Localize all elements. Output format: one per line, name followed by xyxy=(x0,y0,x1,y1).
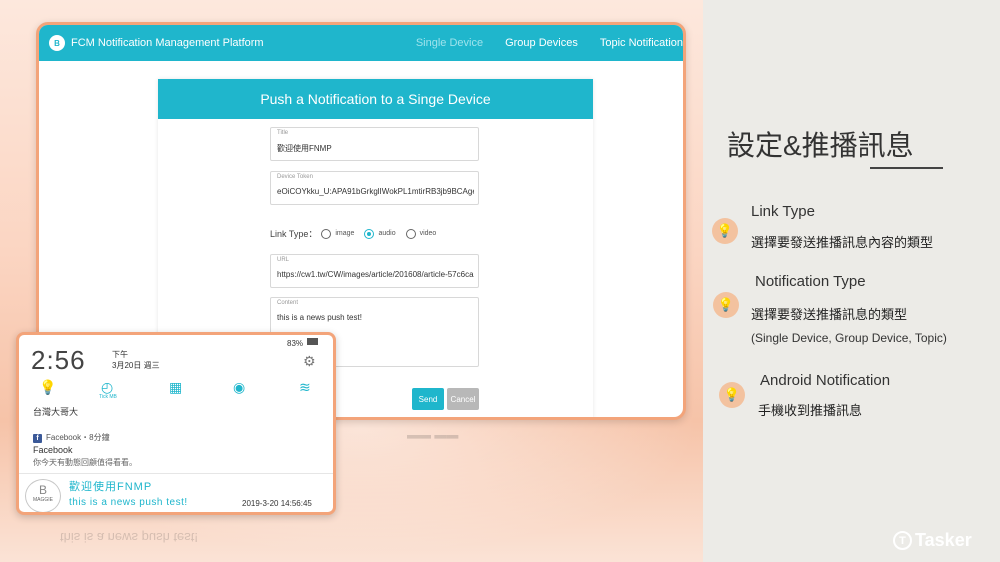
content-label: Content xyxy=(277,300,299,306)
battery-icon xyxy=(307,338,318,345)
url-field[interactable]: URL https://cw1.tw/CW/images/article/201… xyxy=(270,254,479,288)
radio-video[interactable] xyxy=(405,228,416,239)
item-notification-type-title: Notification Type xyxy=(755,273,866,290)
notif-title: 歡迎使用FNMP xyxy=(69,481,153,493)
radio-audio[interactable] xyxy=(364,228,375,239)
item-notification-type-desc: 選擇要發送推播訊息的類型 xyxy=(751,307,908,322)
item-android-desc: 手機收到推播訊息 xyxy=(758,403,863,418)
fb-title[interactable]: Facebook xyxy=(33,445,73,455)
calculator-icon[interactable]: ▦ xyxy=(169,379,182,396)
settings-gear-icon[interactable]: ⚙ xyxy=(303,353,316,370)
fb-body: 你今天有動態回顧值得看看。 xyxy=(33,458,137,467)
content-value: this is a news push test! xyxy=(277,313,362,322)
tasker-logo-icon: T xyxy=(893,531,912,550)
radio-image-label: image xyxy=(335,230,355,237)
cancel-button[interactable]: Cancel xyxy=(447,388,479,410)
nav-group-devices[interactable]: Group Devices xyxy=(505,37,578,49)
url-label: URL xyxy=(277,257,290,263)
tasker-logo-text: Tasker xyxy=(915,530,972,550)
fb-source-row: f Facebook・8分鐘 xyxy=(33,432,110,443)
send-reflection: ▬▬ ▬▬ xyxy=(407,432,459,446)
top-navbar: B FCM Notification Management Platform S… xyxy=(39,25,683,61)
wifi-icon[interactable]: ≋ xyxy=(299,379,311,396)
notif-body: this is a news push test! xyxy=(69,497,188,508)
qs-sub-label: Tick MB xyxy=(99,394,117,400)
link-type-group: Link Type： image audio video xyxy=(270,227,442,240)
title-value: 歡迎使用FNMP xyxy=(277,144,332,153)
tasker-logo: T Tasker xyxy=(893,530,972,551)
avatar: B MAGGIE xyxy=(25,479,61,512)
notif-reflection: this is a news push test! xyxy=(60,530,199,545)
brand-logo-icon: B xyxy=(49,35,65,51)
send-button[interactable]: Send xyxy=(412,388,444,410)
item-link-type-desc: 選擇要發送推播訊息內容的類型 xyxy=(751,235,934,250)
facebook-icon: f xyxy=(33,434,42,443)
device-token-field[interactable]: Device Token eOiCOYkku_U:APA91bGrkglIWok… xyxy=(270,171,479,205)
lightbulb-icon: 💡 xyxy=(712,218,738,244)
notif-time: 2019-3-20 14:56:45 xyxy=(242,499,312,508)
radio-video-label: video xyxy=(419,230,437,237)
eye-icon[interactable]: ◉ xyxy=(233,379,245,396)
panel-title: Push a Notification to a Singe Device xyxy=(158,79,593,119)
lightbulb-icon: 💡 xyxy=(713,292,739,318)
item-notification-type-note: (Single Device, Group Device, Topic) xyxy=(751,331,947,345)
radio-audio-label: audio xyxy=(378,230,396,237)
item-android-title: Android Notification xyxy=(760,372,891,389)
lightbulb-icon: 💡 xyxy=(719,382,745,408)
url-value: https://cw1.tw/CW/images/article/201608/… xyxy=(277,270,474,279)
nav-topic-notification[interactable]: Topic Notification xyxy=(600,37,683,49)
title-field[interactable]: Title 歡迎使用FNMP xyxy=(270,127,479,161)
clock-time: 2:56 xyxy=(31,345,86,375)
fnmp-notification[interactable]: B MAGGIE 歡迎使用FNMP this is a news push te… xyxy=(19,473,333,512)
nav-single-device[interactable]: Single Device xyxy=(416,37,483,49)
brand-title[interactable]: FCM Notification Management Platform xyxy=(71,37,416,49)
avatar-label: MAGGIE xyxy=(32,497,53,503)
carrier-name: 台灣大哥大 xyxy=(33,407,79,417)
clock-ampm: 下午 xyxy=(112,350,128,359)
flashlight-icon[interactable]: 💡 xyxy=(39,379,56,396)
phone-notification-shade: 2:56 下午 3月20日 週三 83% ⚙ 💡 ◴ Tick MB ▦ ◉ ≋… xyxy=(16,332,336,515)
title-label: Title xyxy=(277,130,289,136)
device-token-value: eOiCOYkku_U:APA91bGrkglIWokPL1mtirRB3jb9… xyxy=(277,187,474,196)
section-heading: 設定&推播訊息 xyxy=(727,130,914,161)
radio-image[interactable] xyxy=(321,228,332,239)
item-link-type-title: Link Type xyxy=(751,203,815,220)
heading-underline xyxy=(870,167,943,169)
fb-source: Facebook・8分鐘 xyxy=(46,433,110,442)
avatar-logo-icon: B xyxy=(38,483,47,497)
battery-text: 83% xyxy=(287,339,304,348)
device-token-label: Device Token xyxy=(277,174,313,180)
link-type-label: Link Type： xyxy=(270,229,318,239)
clock-date: 3月20日 週三 xyxy=(112,361,160,370)
